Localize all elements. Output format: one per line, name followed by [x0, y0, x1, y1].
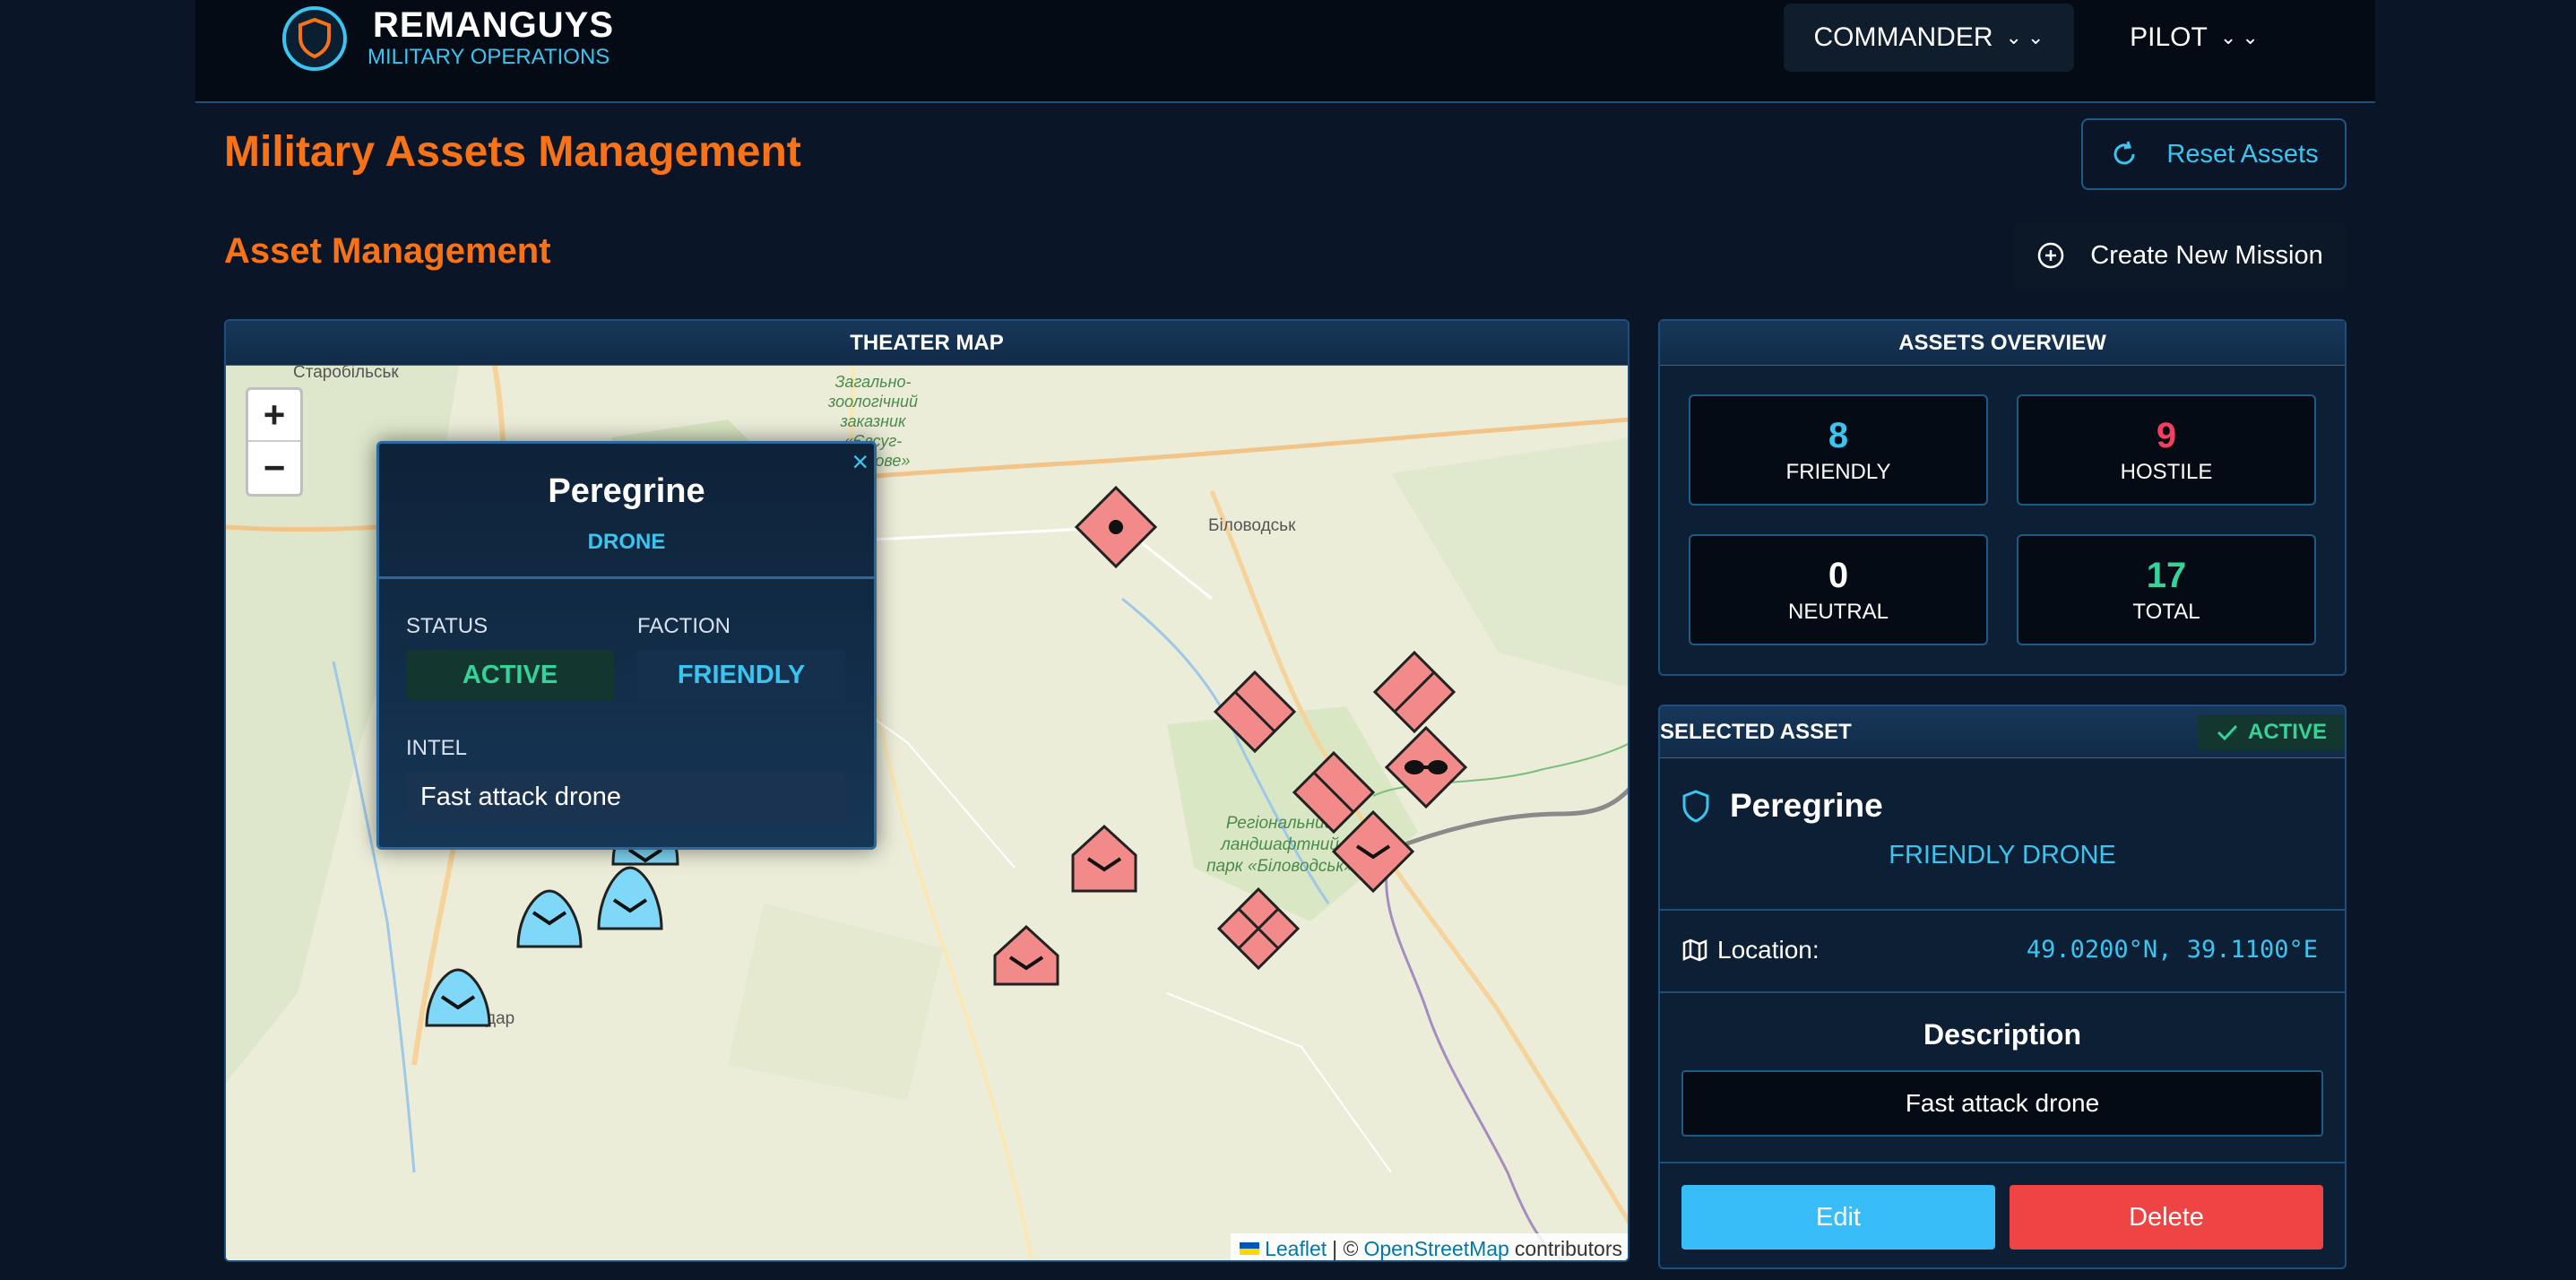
- popup-status-label: STATUS: [406, 614, 488, 638]
- popup-asset-type: DRONE: [587, 530, 666, 554]
- attribution-separator: | ©: [1332, 1236, 1359, 1260]
- selected-asset-type: FRIENDLY DRONE: [1889, 841, 2116, 869]
- check-icon: [2217, 724, 2238, 740]
- chevron-down-icon: ⌄ ⌄: [2219, 26, 2259, 48]
- friendly-label: FRIENDLY: [1785, 459, 1891, 484]
- neutral-label: NEUTRAL: [1787, 599, 1889, 624]
- location-label: Location:: [1717, 936, 1820, 964]
- divider: [1660, 1162, 2345, 1163]
- asset-popup: × Peregrine DRONE STATUS FACTION ACTIVE …: [376, 441, 877, 850]
- place-label: зоологічний: [827, 393, 918, 411]
- status-badge: ACTIVE: [2198, 714, 2345, 750]
- neutral-count: 0: [1828, 555, 1849, 595]
- place-label: Біловодськ: [1208, 516, 1296, 535]
- location-value: 49.0200°N, 39.1100°E: [2026, 936, 2318, 964]
- selected-asset-name: Peregrine: [1730, 787, 1883, 824]
- description-title: Description: [1923, 1018, 2082, 1051]
- top-navbar: REMANGUYS MILITARY OPERATIONS COMMANDER …: [195, 0, 2375, 103]
- attribution-contributors: contributors: [1514, 1236, 1622, 1260]
- selected-asset-panel: SELECTED ASSET ACTIVE Peregrine FRIENDLY…: [1658, 705, 2347, 1269]
- selected-asset-name-row: Peregrine: [1681, 787, 1883, 825]
- friendly-stat-card: 8 FRIENDLY: [1689, 394, 1988, 506]
- place-label: заказник: [839, 412, 907, 430]
- commander-role-dropdown[interactable]: COMMANDER ⌄ ⌄: [1784, 4, 2074, 72]
- shield-logo-icon: [282, 6, 347, 71]
- divider: [1660, 991, 2345, 993]
- theater-map-header: THEATER MAP: [226, 321, 1628, 366]
- create-mission-label: Create New Mission: [2090, 240, 2323, 270]
- commander-role-label: COMMANDER: [1813, 22, 1993, 52]
- status-badge-label: ACTIVE: [2247, 719, 2327, 744]
- refresh-icon: [2114, 141, 2135, 165]
- location-label-row: Location:: [1681, 936, 1820, 964]
- place-label: ландшафтний: [1220, 835, 1339, 854]
- zoom-out-button[interactable]: −: [248, 442, 300, 494]
- plus-circle-icon: [2038, 242, 2064, 269]
- popup-intel-label: INTEL: [406, 736, 468, 760]
- page-title: Military Assets Management: [224, 128, 801, 176]
- map-attribution: Leaflet | © OpenStreetMap contributors: [1231, 1233, 1628, 1261]
- hostile-label: HOSTILE: [2120, 459, 2213, 484]
- section-title: Asset Management: [224, 231, 551, 271]
- assets-overview-panel: ASSETS OVERVIEW 8 FRIENDLY 9 HOSTILE 0 N…: [1658, 319, 2347, 676]
- popup-asset-name: Peregrine: [548, 472, 705, 510]
- reset-assets-label: Reset Assets: [2166, 139, 2319, 169]
- leaflet-link[interactable]: Leaflet: [1265, 1237, 1327, 1261]
- place-label: Старобільськ: [293, 366, 399, 382]
- divider: [1660, 909, 2345, 911]
- total-count: 17: [2146, 555, 2187, 595]
- edit-button[interactable]: Edit: [1681, 1185, 1995, 1250]
- map-icon: [1682, 938, 1707, 962]
- theater-map-panel: THEATER MAP Старобільськ Загально- зооло…: [224, 319, 1629, 1262]
- theater-map[interactable]: Старобільськ Загально- зоологічний заказ…: [226, 366, 1628, 1261]
- pilot-role-dropdown[interactable]: PILOT ⌄ ⌄: [2087, 4, 2302, 72]
- friendly-count: 8: [1828, 415, 1849, 455]
- popup-status-value: ACTIVE: [406, 650, 614, 700]
- reset-assets-button[interactable]: Reset Assets: [2081, 118, 2347, 190]
- hostile-stat-card: 9 HOSTILE: [2017, 394, 2316, 506]
- shield-icon: [1682, 790, 1709, 823]
- place-label: Загально-: [834, 373, 911, 391]
- selected-asset-header: SELECTED ASSET ACTIVE: [1660, 706, 2345, 758]
- ukraine-flag-icon: [1240, 1242, 1260, 1255]
- pilot-role-label: PILOT: [2130, 22, 2208, 52]
- selected-asset-title: SELECTED ASSET: [1660, 719, 1852, 744]
- place-label: парк «Біловодськ»: [1206, 857, 1353, 876]
- brand-title: REMANGUYS: [373, 5, 615, 45]
- zoom-in-button[interactable]: +: [248, 390, 300, 442]
- assets-overview-header: ASSETS OVERVIEW: [1660, 321, 2345, 366]
- create-mission-button[interactable]: Create New Mission: [2013, 222, 2347, 289]
- neutral-stat-card: 0 NEUTRAL: [1689, 534, 1988, 645]
- popup-divider: [379, 576, 874, 579]
- popup-faction-label: FACTION: [637, 614, 731, 638]
- hostile-count: 9: [2156, 415, 2177, 455]
- popup-intel-value: Fast attack drone: [406, 772, 845, 822]
- total-label: TOTAL: [2132, 599, 2200, 624]
- zoom-control: + −: [246, 387, 303, 497]
- popup-faction-value: FRIENDLY: [637, 650, 845, 700]
- total-stat-card: 17 TOTAL: [2017, 534, 2316, 645]
- description-value: Fast attack drone: [1681, 1070, 2323, 1137]
- brand-subtitle: MILITARY OPERATIONS: [367, 45, 610, 69]
- chevron-down-icon: ⌄ ⌄: [2005, 26, 2044, 48]
- delete-button[interactable]: Delete: [2010, 1185, 2323, 1250]
- openstreetmap-link[interactable]: OpenStreetMap: [1363, 1237, 1508, 1261]
